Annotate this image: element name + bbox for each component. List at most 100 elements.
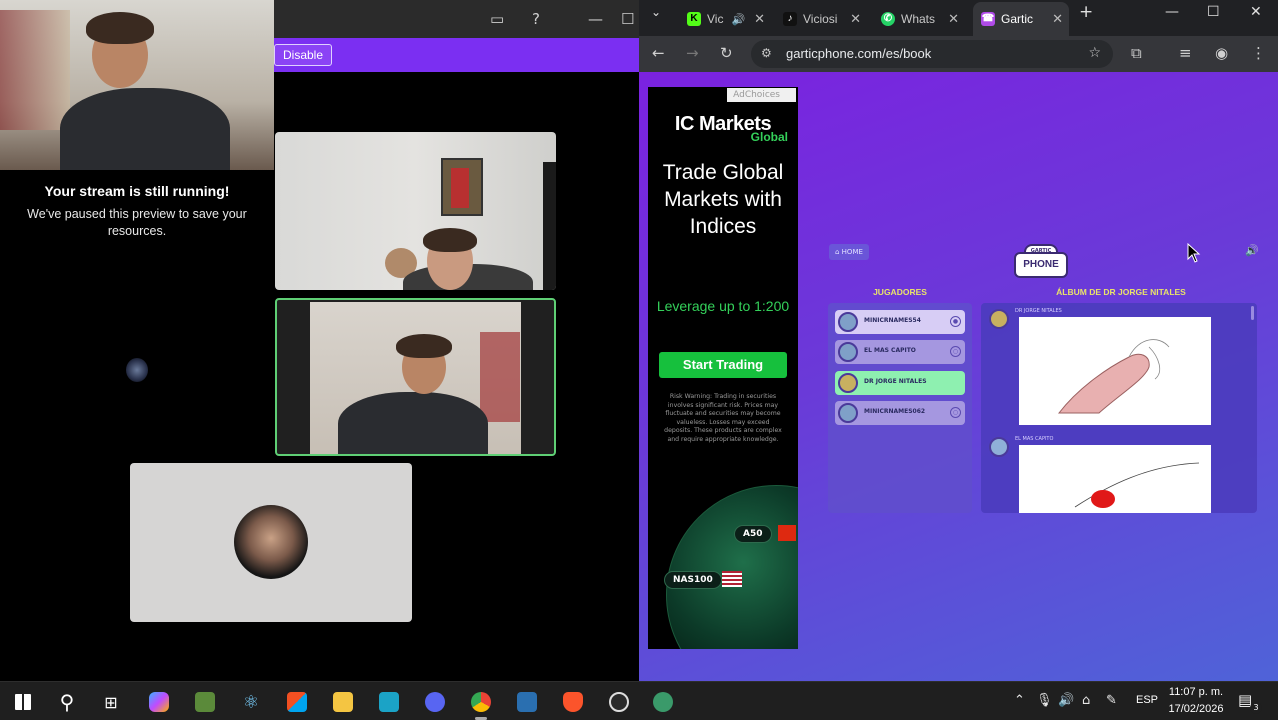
bookmark-star-icon[interactable]: ☆ <box>1088 45 1101 61</box>
menu-icon[interactable]: ⋮ <box>1251 44 1266 62</box>
address-bar[interactable]: ⚙ garticphone.com/es/book ☆ <box>751 40 1113 68</box>
inbox-icon[interactable]: ▭ <box>490 10 504 28</box>
maximize-icon[interactable]: ☐ <box>1207 4 1220 20</box>
tab-whatsapp[interactable]: ✆ Whats ✕ <box>873 2 965 36</box>
copilot-icon <box>149 692 169 712</box>
app-button[interactable] <box>648 687 678 717</box>
react-app-button[interactable]: ⚛ <box>236 687 266 717</box>
participant-avatar-tile[interactable] <box>130 463 412 622</box>
player-item[interactable]: MINICRNAMES062 ○ <box>835 401 965 425</box>
network-icon[interactable]: ⌂ <box>1082 693 1090 708</box>
obs-icon <box>609 692 629 712</box>
brave-button[interactable] <box>558 687 588 717</box>
copilot-button[interactable] <box>144 687 174 717</box>
mail-icon <box>379 692 399 712</box>
discord-icon <box>425 692 445 712</box>
close-tab-icon[interactable]: ✕ <box>754 11 765 27</box>
chrome-button[interactable] <box>466 687 496 720</box>
tab-kick[interactable]: K Vic 🔊 ✕ <box>679 2 771 36</box>
close-tab-icon[interactable]: ✕ <box>948 11 959 27</box>
mouse-cursor-icon <box>1187 243 1201 263</box>
clock-time[interactable]: 11:07 p. m. <box>1168 686 1224 698</box>
reload-icon[interactable]: ↻ <box>720 44 733 62</box>
language-indicator[interactable]: ESP <box>1136 694 1158 706</box>
search-button[interactable]: ⚲ <box>52 687 82 717</box>
close-tab-icon[interactable]: ✕ <box>850 11 861 27</box>
host-webcam-preview <box>0 0 274 170</box>
browser-toolbar: ← → ↻ ⚙ garticphone.com/es/book ☆ ⧉ ≡ ◉ … <box>639 36 1278 72</box>
back-icon[interactable]: ← <box>652 44 665 62</box>
media-controls-icon[interactable]: ≡ <box>1179 44 1192 62</box>
profile-icon[interactable]: ◉ <box>1215 44 1228 62</box>
logo-phone: PHONE <box>1014 252 1068 278</box>
active-speaker-tile[interactable] <box>275 298 556 456</box>
store-button[interactable] <box>282 687 312 717</box>
start-trading-button[interactable]: Start Trading <box>659 352 787 378</box>
usa-flag-icon <box>722 571 742 587</box>
player-status-icon: ● <box>950 316 961 327</box>
album-heading: ÁLBUM DE DR JORGE NITALES <box>1056 287 1186 297</box>
stream-app-window: ▭ ? — ☐ Disable Your stream is still run… <box>0 0 639 681</box>
extensions-icon[interactable]: ⧉ <box>1131 44 1142 62</box>
players-heading: JUGADORES <box>873 287 927 297</box>
mail-button[interactable] <box>374 687 404 717</box>
gartic-phone-icon: ☎ <box>981 12 995 26</box>
help-icon[interactable]: ? <box>532 10 540 28</box>
kick-icon: K <box>687 12 701 26</box>
brave-icon <box>563 692 583 712</box>
entry-name: EL MAS CAPITO <box>1015 436 1054 442</box>
obs-button[interactable] <box>604 687 634 717</box>
sound-icon[interactable]: 🔊 <box>1245 244 1259 257</box>
volume-icon[interactable]: 🔊 <box>1058 693 1074 708</box>
players-list: MINICRNAMES54 ● EL MAS CAPITO ○ DR JORGE… <box>828 303 972 513</box>
tab-label: Vic <box>707 12 724 26</box>
url-text[interactable]: garticphone.com/es/book <box>786 46 931 61</box>
player-item[interactable]: DR JORGE NITALES <box>835 371 965 395</box>
pen-icon[interactable]: ✎ <box>1106 693 1117 708</box>
paused-title: Your stream is still running! <box>44 183 230 199</box>
player-name: EL MAS CAPITO <box>864 347 916 354</box>
minecraft-button[interactable] <box>190 687 220 717</box>
microphone-icon[interactable]: 🎙 <box>1036 693 1053 708</box>
task-view-button[interactable]: ⊞ <box>96 687 126 717</box>
close-icon[interactable]: ✕ <box>1250 4 1262 20</box>
chrome-icon <box>471 692 491 712</box>
player-name: MINICRNAMES54 <box>864 317 921 324</box>
home-label: HOME <box>841 248 863 256</box>
tab-search-icon[interactable]: ⌄ <box>651 5 661 19</box>
store-icon <box>287 692 307 712</box>
start-button[interactable] <box>8 687 38 717</box>
home-button[interactable]: ⌂ HOME <box>829 244 869 260</box>
player-avatar <box>838 342 858 362</box>
tab-tiktok[interactable]: ♪ Viciosi ✕ <box>775 2 867 36</box>
chevron-up-icon[interactable]: ⌃ <box>1014 693 1025 708</box>
new-tab-button[interactable]: + <box>1079 2 1093 22</box>
maximize-icon[interactable]: ☐ <box>621 10 634 28</box>
album-panel: DR JORGE NITALES EL MAS CAPITO <box>981 303 1257 513</box>
whatsapp-icon: ✆ <box>881 12 895 26</box>
scrollbar[interactable] <box>1251 306 1254 320</box>
site-info-icon[interactable]: ⚙ <box>761 46 772 60</box>
participant-tile[interactable] <box>275 132 556 290</box>
clock-date[interactable]: 17/02/2026 <box>1166 703 1226 715</box>
gartic-album-view: ⌂ HOME GARTIC PHONE 🔊 JUGADORES ÁLBUM DE… <box>823 240 1259 516</box>
avatar <box>234 505 308 579</box>
tab-gartic[interactable]: ☎ Gartic ✕ <box>973 2 1069 36</box>
close-tab-icon[interactable]: ✕ <box>1052 11 1063 27</box>
player-avatar <box>838 373 858 393</box>
file-explorer-button[interactable] <box>328 687 358 717</box>
ad-banner[interactable]: AdChoices IC Markets Global Trade Global… <box>648 87 798 649</box>
disable-button[interactable]: Disable <box>274 44 333 66</box>
player-item[interactable]: MINICRNAMES54 ● <box>835 310 965 334</box>
player-item[interactable]: EL MAS CAPITO ○ <box>835 340 965 364</box>
terminal-button[interactable] <box>512 687 542 717</box>
drawing-image <box>1019 445 1211 513</box>
forward-icon[interactable]: → <box>686 44 699 62</box>
china-flag-icon <box>778 525 796 541</box>
adchoices-label[interactable]: AdChoices <box>727 88 796 102</box>
ad-chip-nas100: NAS100 <box>664 571 722 589</box>
discord-button[interactable] <box>420 687 450 717</box>
minimize-icon[interactable]: — <box>1165 4 1179 20</box>
page-viewport: AdChoices IC Markets Global Trade Global… <box>639 72 1278 681</box>
minimize-icon[interactable]: — <box>588 10 603 28</box>
